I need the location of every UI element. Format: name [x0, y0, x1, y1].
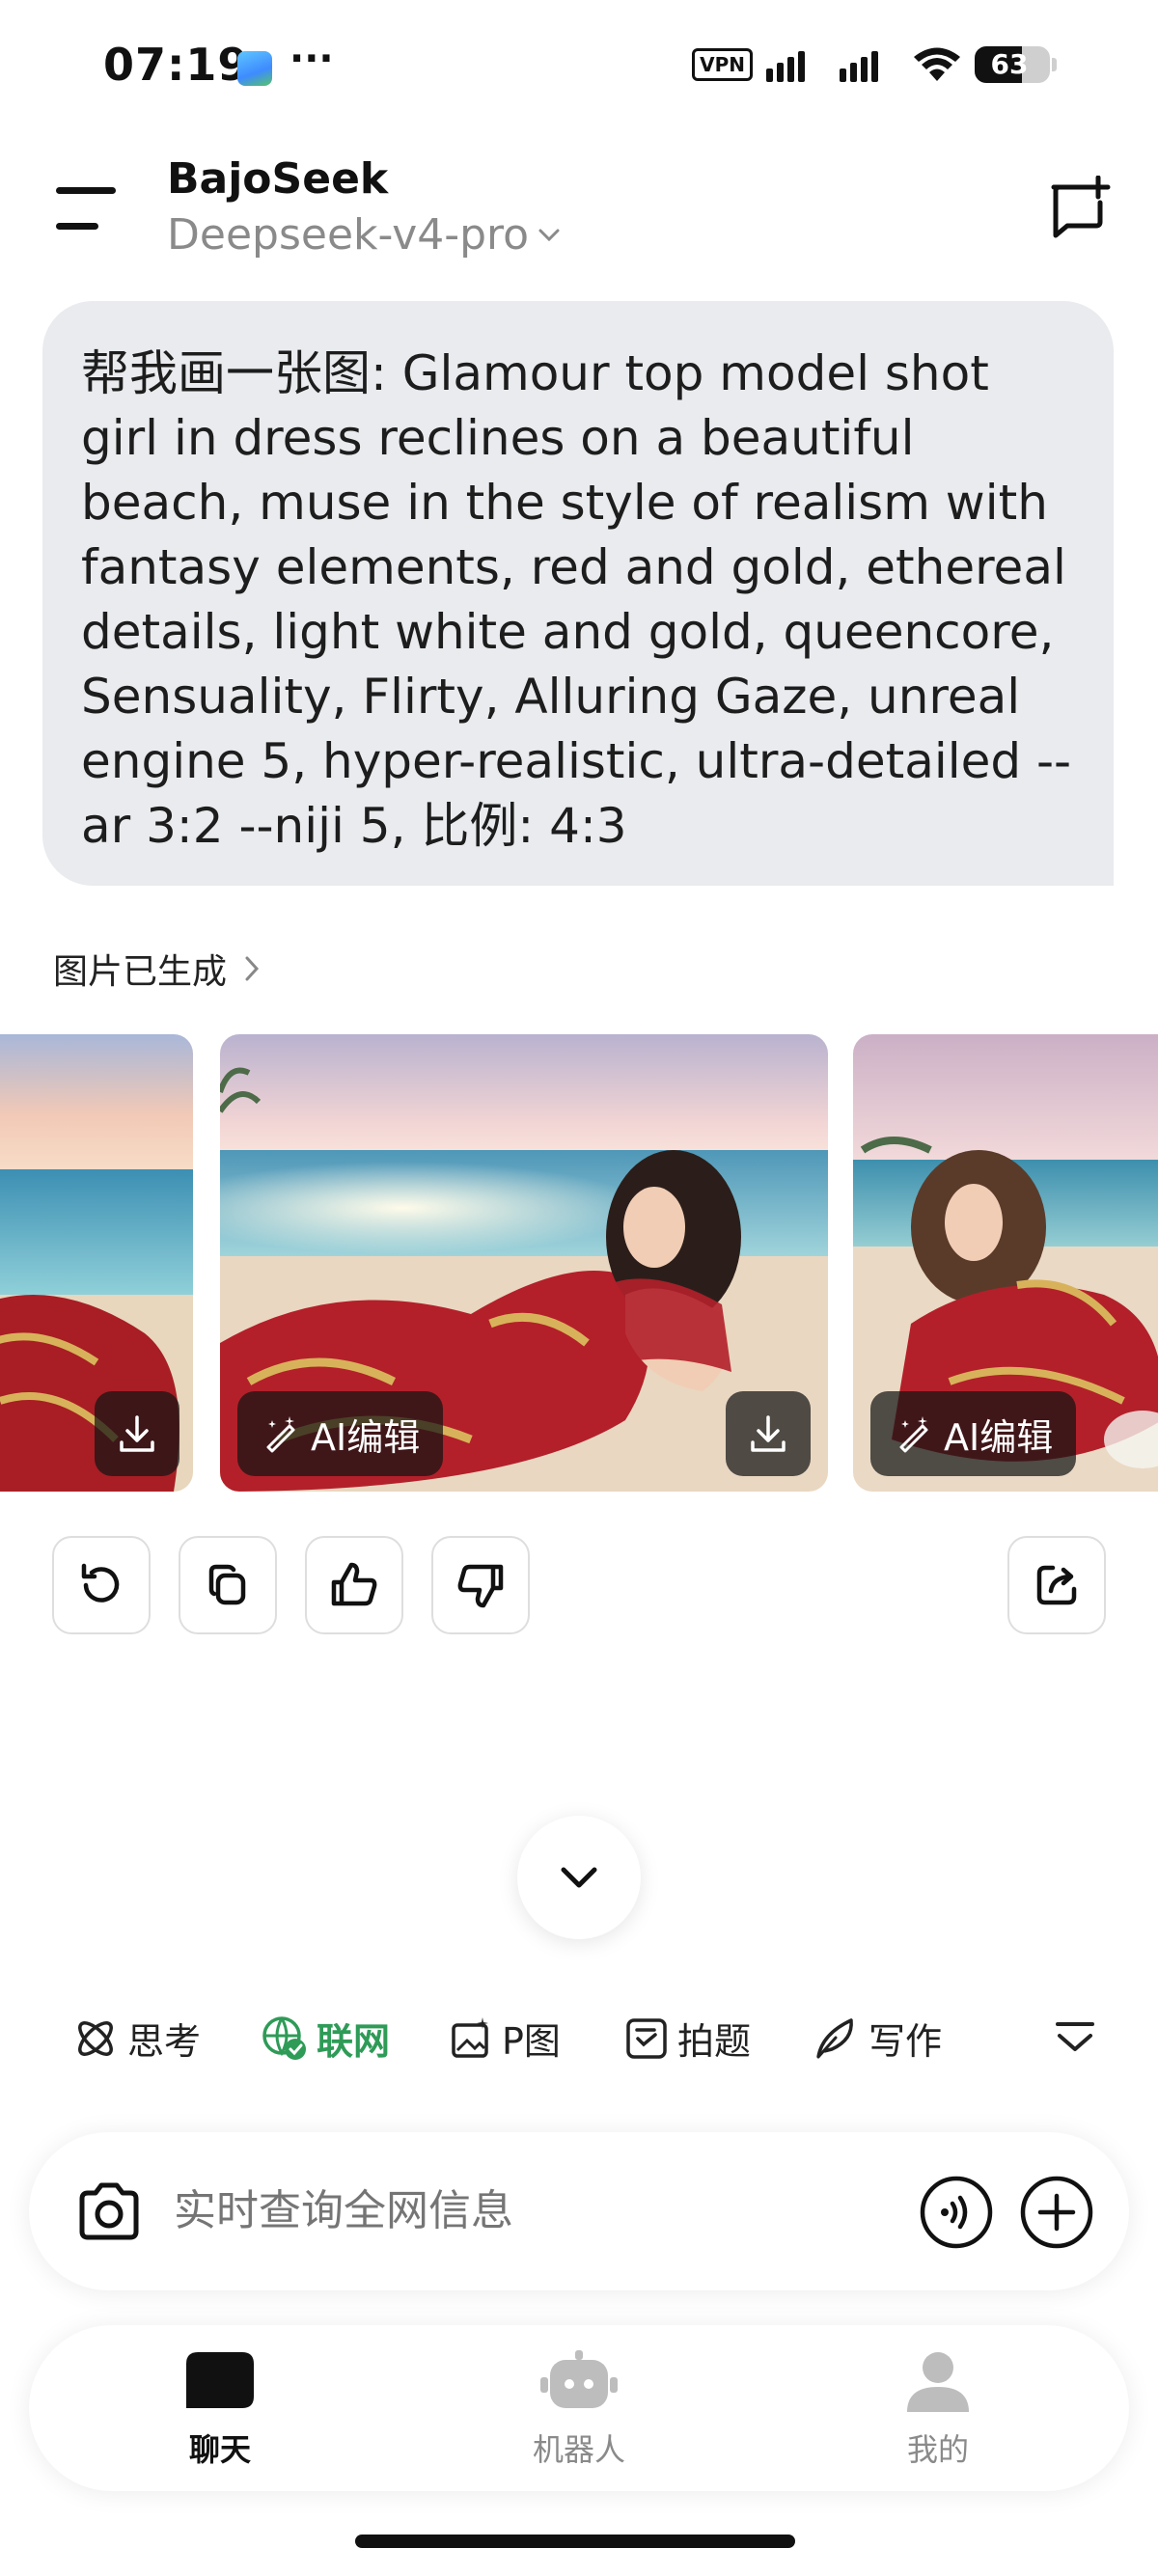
ai-edit-label: AI编辑 — [944, 1415, 1054, 1459]
tool-label: 写作 — [868, 2020, 943, 2063]
image-edit-icon — [452, 2016, 488, 2058]
thumbs-up-icon — [331, 1562, 377, 1606]
regenerate-button[interactable] — [52, 1536, 151, 1634]
status-time: 07:19 — [103, 39, 250, 91]
status-indicators: VPN 63 — [692, 46, 1057, 83]
download-button[interactable] — [95, 1391, 179, 1476]
generated-image-2[interactable]: AI编辑 — [220, 1034, 828, 1492]
magic-wand-icon — [266, 1416, 295, 1453]
copy-icon — [208, 1564, 246, 1605]
battery-level: 63 — [990, 48, 1029, 80]
copy-button[interactable] — [179, 1536, 277, 1634]
tool-label: P图 — [502, 2020, 561, 2063]
app-notification-icon — [237, 51, 272, 86]
tool-label: 思考 — [127, 2020, 202, 2063]
thumbs-down-icon — [457, 1564, 504, 1608]
chat-input-bar — [29, 2132, 1129, 2290]
nav-label: 我的 — [906, 2431, 969, 2468]
new-chat-icon[interactable] — [1048, 176, 1112, 239]
download-icon — [751, 1415, 786, 1452]
nav-robot[interactable]: 机器人 — [482, 2350, 676, 2470]
model-name: Deepseek-v4-pro — [167, 210, 530, 260]
tool-think[interactable]: 思考 — [71, 2012, 201, 2065]
ai-edit-button[interactable]: AI编辑 — [237, 1391, 444, 1476]
refresh-icon — [81, 1563, 120, 1603]
model-selector[interactable]: Deepseek-v4-pro — [167, 210, 560, 260]
images-generated-link[interactable]: 图片已生成 — [53, 944, 260, 994]
message-input[interactable] — [174, 2186, 753, 2235]
more-notifications-icon: ··· — [290, 37, 334, 81]
share-icon — [1036, 1565, 1077, 1605]
generated-image-1[interactable] — [0, 1034, 193, 1492]
chevron-down-icon — [561, 1867, 597, 1888]
chat-icon — [186, 2352, 254, 2408]
tool-writing[interactable]: 写作 — [813, 2012, 942, 2065]
home-indicator[interactable] — [355, 2535, 795, 2548]
tool-image-edit[interactable]: P图 — [448, 2012, 561, 2065]
ai-edit-label: AI编辑 — [311, 1415, 421, 1459]
generated-image-3[interactable]: AI编辑 — [853, 1034, 1158, 1492]
images-generated-label: 图片已生成 — [53, 952, 228, 992]
download-button[interactable] — [726, 1391, 811, 1476]
user-message-text: 帮我画一张图: Glamour top model shot girl in d… — [81, 345, 1072, 854]
robot-icon — [540, 2350, 618, 2408]
ai-edit-button[interactable]: AI编辑 — [870, 1391, 1077, 1476]
signal-icon-2 — [840, 51, 878, 82]
like-button[interactable] — [305, 1536, 403, 1634]
nav-label: 聊天 — [188, 2431, 251, 2468]
nav-profile[interactable]: 我的 — [841, 2350, 1034, 2470]
photo-question-icon — [626, 2017, 667, 2059]
tool-web-search[interactable]: 联网 — [261, 2012, 390, 2065]
bottom-navigation: 聊天 机器人 我的 — [29, 2325, 1129, 2491]
dislike-button[interactable] — [431, 1536, 530, 1634]
battery-icon: 63 — [975, 46, 1050, 83]
magic-wand-icon — [899, 1416, 928, 1453]
collapse-tools-icon[interactable] — [1054, 2018, 1096, 2057]
user-message-bubble: 帮我画一张图: Glamour top model shot girl in d… — [42, 301, 1114, 886]
quill-icon — [816, 2017, 853, 2058]
status-bar: 07:19 ··· VPN 63 — [0, 0, 1158, 135]
web-globe-icon — [262, 2015, 306, 2060]
app-header: BajoSeek Deepseek-v4-pro — [0, 145, 1158, 270]
tool-label: 拍题 — [677, 2020, 752, 2063]
download-icon — [120, 1415, 154, 1452]
menu-icon[interactable] — [56, 181, 118, 235]
voice-input-icon[interactable] — [919, 2175, 994, 2250]
add-icon[interactable] — [1019, 2175, 1094, 2250]
tool-photo-question[interactable]: 拍题 — [623, 2012, 751, 2065]
think-icon — [78, 2020, 113, 2056]
chevron-right-icon — [245, 956, 260, 981]
app-title: BajoSeek — [167, 154, 389, 204]
camera-icon[interactable] — [72, 2176, 146, 2249]
share-button[interactable] — [1007, 1536, 1106, 1634]
signal-icon — [766, 51, 805, 82]
chevron-down-icon — [538, 229, 560, 241]
profile-icon — [907, 2352, 969, 2412]
nav-label: 机器人 — [532, 2431, 625, 2468]
vpn-badge: VPN — [692, 48, 753, 81]
nav-chat[interactable]: 聊天 — [124, 2350, 317, 2470]
tool-label: 联网 — [317, 2020, 391, 2063]
wifi-icon — [914, 47, 960, 81]
scroll-to-bottom-button[interactable] — [517, 1816, 641, 1939]
